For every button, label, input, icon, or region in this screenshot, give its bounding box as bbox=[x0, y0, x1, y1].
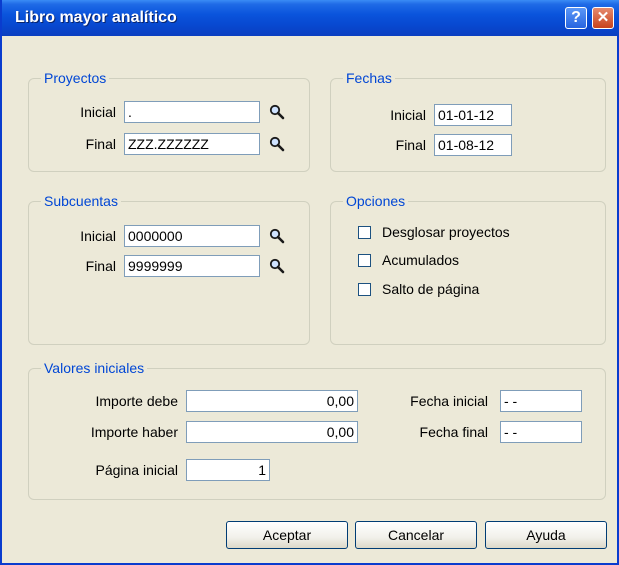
cancelar-button[interactable]: Cancelar bbox=[355, 521, 477, 549]
fechas-inicial-field[interactable]: 01-01-12 bbox=[434, 104, 512, 126]
fechas-inicial-label: Inicial bbox=[390, 107, 426, 123]
help-button[interactable]: ? bbox=[565, 7, 587, 29]
proyectos-inicial-search-icon[interactable] bbox=[269, 104, 285, 120]
fechas-legend: Fechas bbox=[346, 70, 392, 86]
proyectos-inicial-field[interactable]: . bbox=[124, 101, 260, 123]
proyectos-final-field[interactable]: ZZZ.ZZZZZZ bbox=[124, 133, 260, 155]
acumulados-checkbox[interactable] bbox=[358, 254, 371, 267]
proyectos-final-search-icon[interactable] bbox=[269, 136, 285, 152]
subcuentas-final-field[interactable]: 9999999 bbox=[124, 255, 260, 277]
close-button[interactable]: ✕ bbox=[592, 7, 614, 29]
fecha-final-field[interactable]: - - bbox=[500, 421, 582, 443]
valores-iniciales-legend: Valores iniciales bbox=[44, 360, 145, 376]
subcuentas-final-label: Final bbox=[85, 258, 116, 274]
title-bar[interactable]: Libro mayor analítico ? ✕ bbox=[2, 0, 619, 36]
desglosar-proyectos-checkbox[interactable] bbox=[358, 226, 371, 239]
importe-debe-label: Importe debe bbox=[95, 393, 179, 409]
ayuda-button[interactable]: Ayuda bbox=[485, 521, 607, 549]
pagina-inicial-field[interactable]: 1 bbox=[186, 459, 270, 481]
fecha-inicial-field[interactable]: - - bbox=[500, 390, 582, 412]
desglosar-proyectos-label[interactable]: Desglosar proyectos bbox=[382, 224, 510, 240]
salto-de-pagina-label[interactable]: Salto de página bbox=[382, 281, 479, 297]
subcuentas-final-search-icon[interactable] bbox=[269, 258, 285, 274]
importe-debe-field[interactable]: 0,00 bbox=[186, 390, 358, 412]
subcuentas-inicial-search-icon[interactable] bbox=[269, 228, 285, 244]
fecha-final-label: Fecha final bbox=[419, 424, 488, 440]
fechas-final-field[interactable]: 01-08-12 bbox=[434, 134, 512, 156]
subcuentas-inicial-label: Inicial bbox=[80, 228, 116, 244]
window-title: Libro mayor analítico bbox=[15, 9, 177, 26]
proyectos-final-label: Final bbox=[85, 136, 116, 152]
acumulados-label[interactable]: Acumulados bbox=[382, 252, 459, 268]
importe-haber-field[interactable]: 0,00 bbox=[186, 421, 358, 443]
pagina-inicial-label: Página inicial bbox=[95, 462, 179, 478]
subcuentas-inicial-field[interactable]: 0000000 bbox=[124, 225, 260, 247]
proyectos-inicial-label: Inicial bbox=[80, 104, 116, 120]
fechas-final-label: Final bbox=[395, 137, 426, 153]
opciones-legend: Opciones bbox=[346, 193, 406, 209]
opciones-group: Opciones bbox=[330, 193, 606, 345]
dialog-window: Libro mayor analítico ? ✕ Proyectos Inic… bbox=[0, 0, 619, 565]
importe-haber-label: Importe haber bbox=[90, 424, 178, 440]
fecha-inicial-label: Fecha inicial bbox=[410, 393, 488, 409]
proyectos-legend: Proyectos bbox=[44, 70, 107, 86]
subcuentas-legend: Subcuentas bbox=[44, 193, 118, 209]
aceptar-button[interactable]: Aceptar bbox=[226, 521, 348, 549]
salto-de-pagina-checkbox[interactable] bbox=[358, 283, 371, 296]
